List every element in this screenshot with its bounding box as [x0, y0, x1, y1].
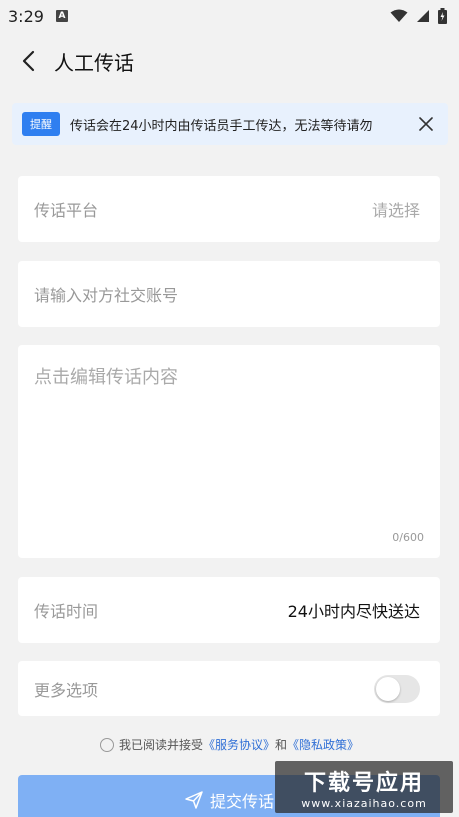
account-input[interactable]: 请输入对方社交账号: [18, 261, 440, 327]
account-placeholder: 请输入对方社交账号: [34, 286, 179, 305]
status-right: [390, 8, 447, 24]
app-header: 人工传话: [0, 32, 459, 90]
notice-badge: 提醒: [22, 112, 60, 136]
time-value: 24小时内尽快送达: [287, 602, 420, 621]
agreement-radio[interactable]: [99, 737, 114, 752]
content-placeholder: 点击编辑传话内容: [34, 367, 178, 388]
submit-label: 提交传话: [209, 792, 274, 811]
char-counter: 0/600: [392, 531, 424, 544]
wifi-icon: [390, 9, 408, 22]
agreement-prefix: 我已阅读并接受: [118, 738, 203, 752]
agreement-and: 和: [275, 738, 288, 752]
status-bar: 3:29 A: [0, 0, 459, 32]
privacy-policy-link[interactable]: 《隐私政策》: [287, 736, 359, 753]
send-icon: [185, 791, 203, 809]
status-left: 3:29 A: [8, 7, 68, 26]
agreement-row: 我已阅读并接受 《服务协议》 和 《隐私政策》: [0, 736, 459, 753]
status-time: 3:29: [8, 6, 44, 26]
more-options-toggle[interactable]: [374, 674, 420, 703]
back-button[interactable]: [16, 49, 40, 73]
page-title: 人工传话: [54, 50, 134, 75]
back-arrow-icon: [22, 50, 35, 72]
platform-placeholder: 请选择: [371, 201, 420, 220]
battery-icon: [438, 8, 447, 24]
notice-banner: 提醒 传话会在24小时内由传话员手工传达，无法等待请勿: [12, 103, 448, 145]
platform-label: 传话平台: [34, 201, 99, 220]
more-options-row: 更多选项: [18, 661, 440, 716]
signal-icon: [417, 10, 429, 22]
notice-close-button[interactable]: [416, 114, 436, 134]
more-options-label: 更多选项: [34, 680, 99, 700]
time-label: 传话时间: [34, 602, 99, 621]
watermark: 下载号应用 www.xiazaihao.com: [275, 761, 453, 813]
toggle-knob: [376, 676, 400, 701]
close-icon: [419, 117, 433, 131]
notification-icon: A: [55, 10, 68, 22]
notice-text: 传话会在24小时内由传话员手工传达，无法等待请勿: [70, 118, 373, 134]
watermark-sub: www.xiazaihao.com: [301, 796, 427, 810]
service-agreement-link[interactable]: 《服务协议》: [203, 736, 275, 753]
time-row[interactable]: 传话时间 24小时内尽快送达: [18, 577, 440, 643]
content-textarea[interactable]: 点击编辑传话内容 0/600: [18, 345, 440, 558]
platform-select[interactable]: 传话平台 请选择: [18, 176, 440, 242]
watermark-main: 下载号应用: [303, 770, 424, 796]
